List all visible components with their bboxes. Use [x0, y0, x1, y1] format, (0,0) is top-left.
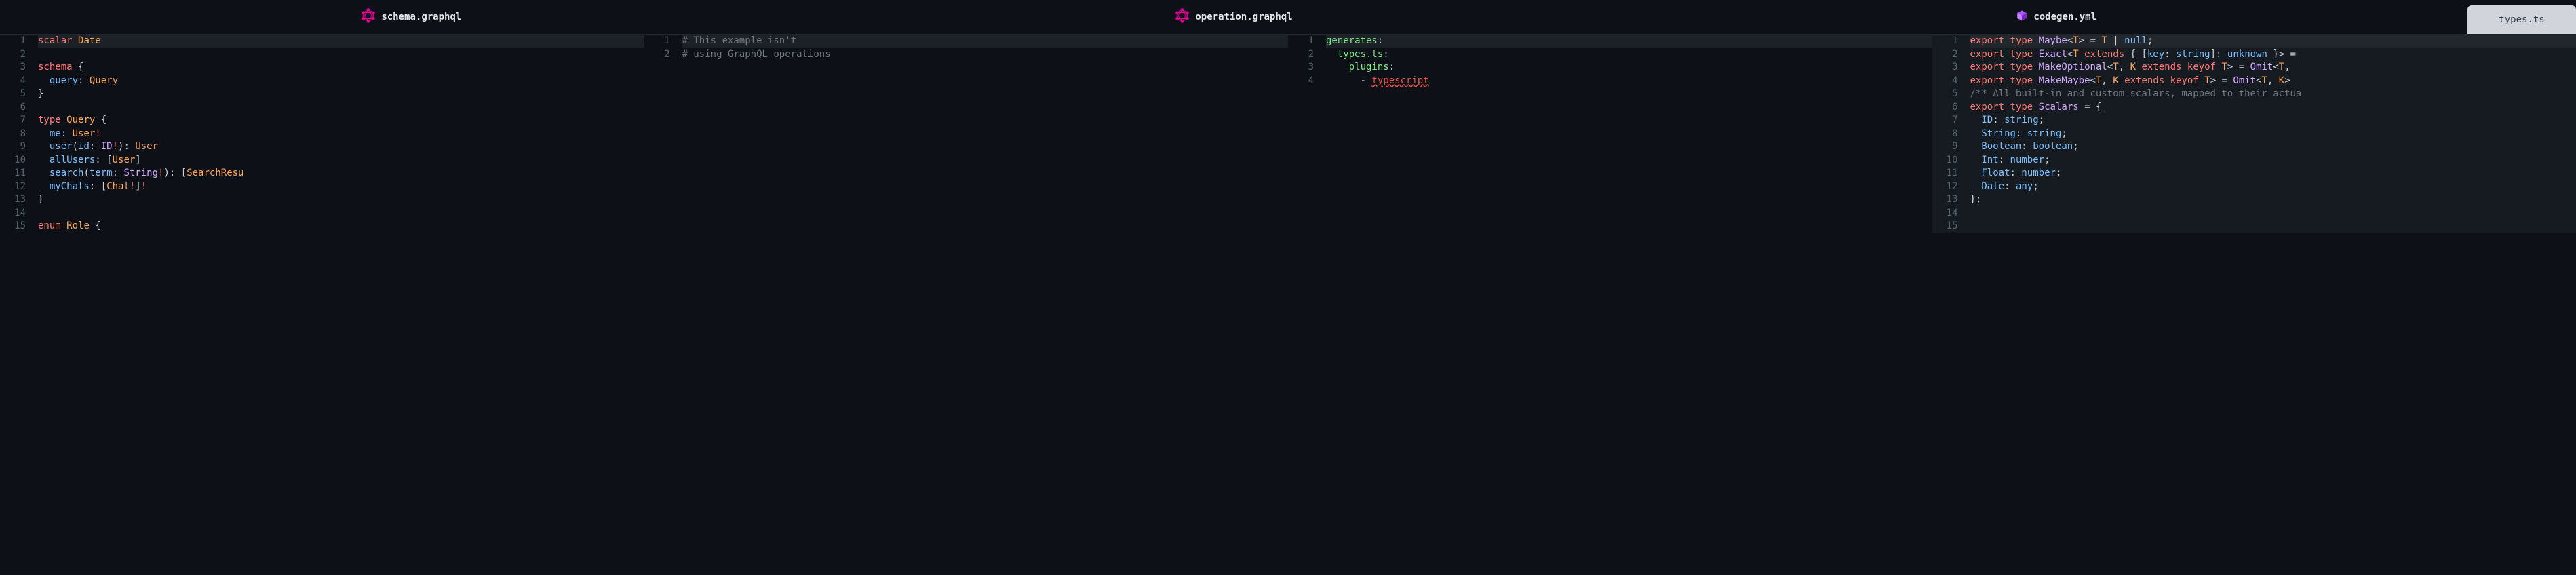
- code-line[interactable]: Date: any;: [1970, 180, 2576, 194]
- tab-label: types.ts: [2499, 14, 2544, 25]
- code-line[interactable]: }: [38, 193, 644, 207]
- code-line[interactable]: [1970, 207, 2576, 220]
- code-line[interactable]: generates:: [1326, 35, 1932, 48]
- line-number: 7: [0, 114, 26, 127]
- line-number: 2: [644, 48, 670, 62]
- tab-operation[interactable]: operation.graphql: [823, 0, 1645, 34]
- code-line[interactable]: query: Query: [38, 75, 644, 88]
- line-gutter: 1234: [1288, 35, 1326, 233]
- line-number: 2: [1932, 48, 1958, 62]
- line-number: 1: [1288, 35, 1314, 48]
- code-line[interactable]: # This example isn't: [682, 35, 1289, 48]
- line-number: 11: [1932, 167, 1958, 180]
- code-area[interactable]: generates: types.ts: plugins: - typescri…: [1326, 35, 1932, 233]
- line-number: 4: [1932, 75, 1958, 88]
- code-line[interactable]: Float: number;: [1970, 167, 2576, 180]
- line-number: 4: [0, 75, 26, 88]
- line-number: 13: [0, 193, 26, 207]
- code-line[interactable]: Boolean: boolean;: [1970, 140, 2576, 154]
- code-line[interactable]: # using GraphQL operations: [682, 48, 1289, 62]
- code-line[interactable]: ID: string;: [1970, 114, 2576, 127]
- graphql-icon: [361, 8, 376, 26]
- tab-types[interactable]: types.ts: [2467, 5, 2576, 34]
- pane-types[interactable]: 123456789101112131415 export type Maybe<…: [1932, 34, 2576, 233]
- line-number: 8: [1932, 127, 1958, 141]
- line-number: 2: [1288, 48, 1314, 62]
- line-gutter: 123456789101112131415: [1932, 35, 1970, 233]
- code-line[interactable]: String: string;: [1970, 127, 2576, 141]
- line-number: 1: [644, 35, 670, 48]
- line-number: 7: [1932, 114, 1958, 127]
- code-line[interactable]: [38, 101, 644, 115]
- code-line[interactable]: export type Maybe<T> = T | null;: [1970, 35, 2576, 48]
- code-line[interactable]: export type Exact<T extends { [key: stri…: [1970, 48, 2576, 62]
- line-number: 13: [1932, 193, 1958, 207]
- line-number: 3: [1288, 61, 1314, 75]
- code-line[interactable]: - typescript: [1326, 75, 1932, 88]
- code-line[interactable]: }: [38, 87, 644, 101]
- code-area[interactable]: # This example isn't# using GraphQL oper…: [682, 35, 1289, 233]
- line-number: 3: [1932, 61, 1958, 75]
- code-line[interactable]: Int: number;: [1970, 154, 2576, 167]
- code-line[interactable]: plugins:: [1326, 61, 1932, 75]
- pane-codegen[interactable]: 1234 generates: types.ts: plugins: - typ…: [1288, 34, 1932, 233]
- line-number: 14: [0, 207, 26, 220]
- line-number: 14: [1932, 207, 1958, 220]
- line-number: 1: [0, 35, 26, 48]
- tab-bar: schema.graphql operation.graphql codegen…: [0, 0, 2576, 34]
- line-number: 12: [0, 180, 26, 194]
- line-number: 15: [1932, 220, 1958, 233]
- code-line[interactable]: types.ts:: [1326, 48, 1932, 62]
- line-number: 9: [0, 140, 26, 154]
- line-number: 8: [0, 127, 26, 141]
- line-number: 9: [1932, 140, 1958, 154]
- code-line[interactable]: export type Scalars = {: [1970, 101, 2576, 115]
- code-line[interactable]: search(term: String!): [SearchResu: [38, 167, 644, 180]
- editor-panes: 123456789101112131415 scalar Date schema…: [0, 34, 2576, 233]
- line-number: 15: [0, 220, 26, 233]
- line-number: 11: [0, 167, 26, 180]
- line-number: 4: [1288, 75, 1314, 88]
- code-line[interactable]: export type MakeOptional<T, K extends ke…: [1970, 61, 2576, 75]
- line-number: 10: [1932, 154, 1958, 167]
- tab-schema[interactable]: schema.graphql: [0, 0, 823, 34]
- box-icon: [2016, 9, 2028, 24]
- code-area[interactable]: export type Maybe<T> = T | null;export t…: [1970, 35, 2576, 233]
- code-line[interactable]: enum Role {: [38, 220, 644, 233]
- pane-operation[interactable]: 12 # This example isn't# using GraphQL o…: [644, 34, 1289, 233]
- tab-codegen[interactable]: codegen.yml: [1645, 0, 2467, 34]
- code-line[interactable]: user(id: ID!): User: [38, 140, 644, 154]
- line-number: 5: [1932, 87, 1958, 101]
- code-line[interactable]: schema {: [38, 61, 644, 75]
- code-line[interactable]: myChats: [Chat!]!: [38, 180, 644, 194]
- tab-label: codegen.yml: [2033, 12, 2096, 22]
- code-line[interactable]: allUsers: [User]: [38, 154, 644, 167]
- tab-label: schema.graphql: [381, 12, 461, 22]
- code-line[interactable]: type Query {: [38, 114, 644, 127]
- code-line[interactable]: scalar Date: [38, 35, 644, 48]
- line-number: 5: [0, 87, 26, 101]
- graphql-icon: [1175, 8, 1190, 26]
- line-number: 12: [1932, 180, 1958, 194]
- line-number: 10: [0, 154, 26, 167]
- line-number: 6: [1932, 101, 1958, 115]
- line-number: 3: [0, 61, 26, 75]
- code-line[interactable]: me: User!: [38, 127, 644, 141]
- code-line[interactable]: [38, 48, 644, 62]
- line-number: 1: [1932, 35, 1958, 48]
- code-area[interactable]: scalar Date schema { query: Query} type …: [38, 35, 644, 233]
- code-line[interactable]: /** All built-in and custom scalars, map…: [1970, 87, 2576, 101]
- code-line[interactable]: [1970, 220, 2576, 233]
- code-line[interactable]: export type MakeMaybe<T, K extends keyof…: [1970, 75, 2576, 88]
- tab-label: operation.graphql: [1195, 12, 1292, 22]
- code-line[interactable]: };: [1970, 193, 2576, 207]
- line-gutter: 123456789101112131415: [0, 35, 38, 233]
- line-gutter: 12: [644, 35, 682, 233]
- pane-schema[interactable]: 123456789101112131415 scalar Date schema…: [0, 34, 644, 233]
- line-number: 6: [0, 101, 26, 115]
- line-number: 2: [0, 48, 26, 62]
- code-line[interactable]: [38, 207, 644, 220]
